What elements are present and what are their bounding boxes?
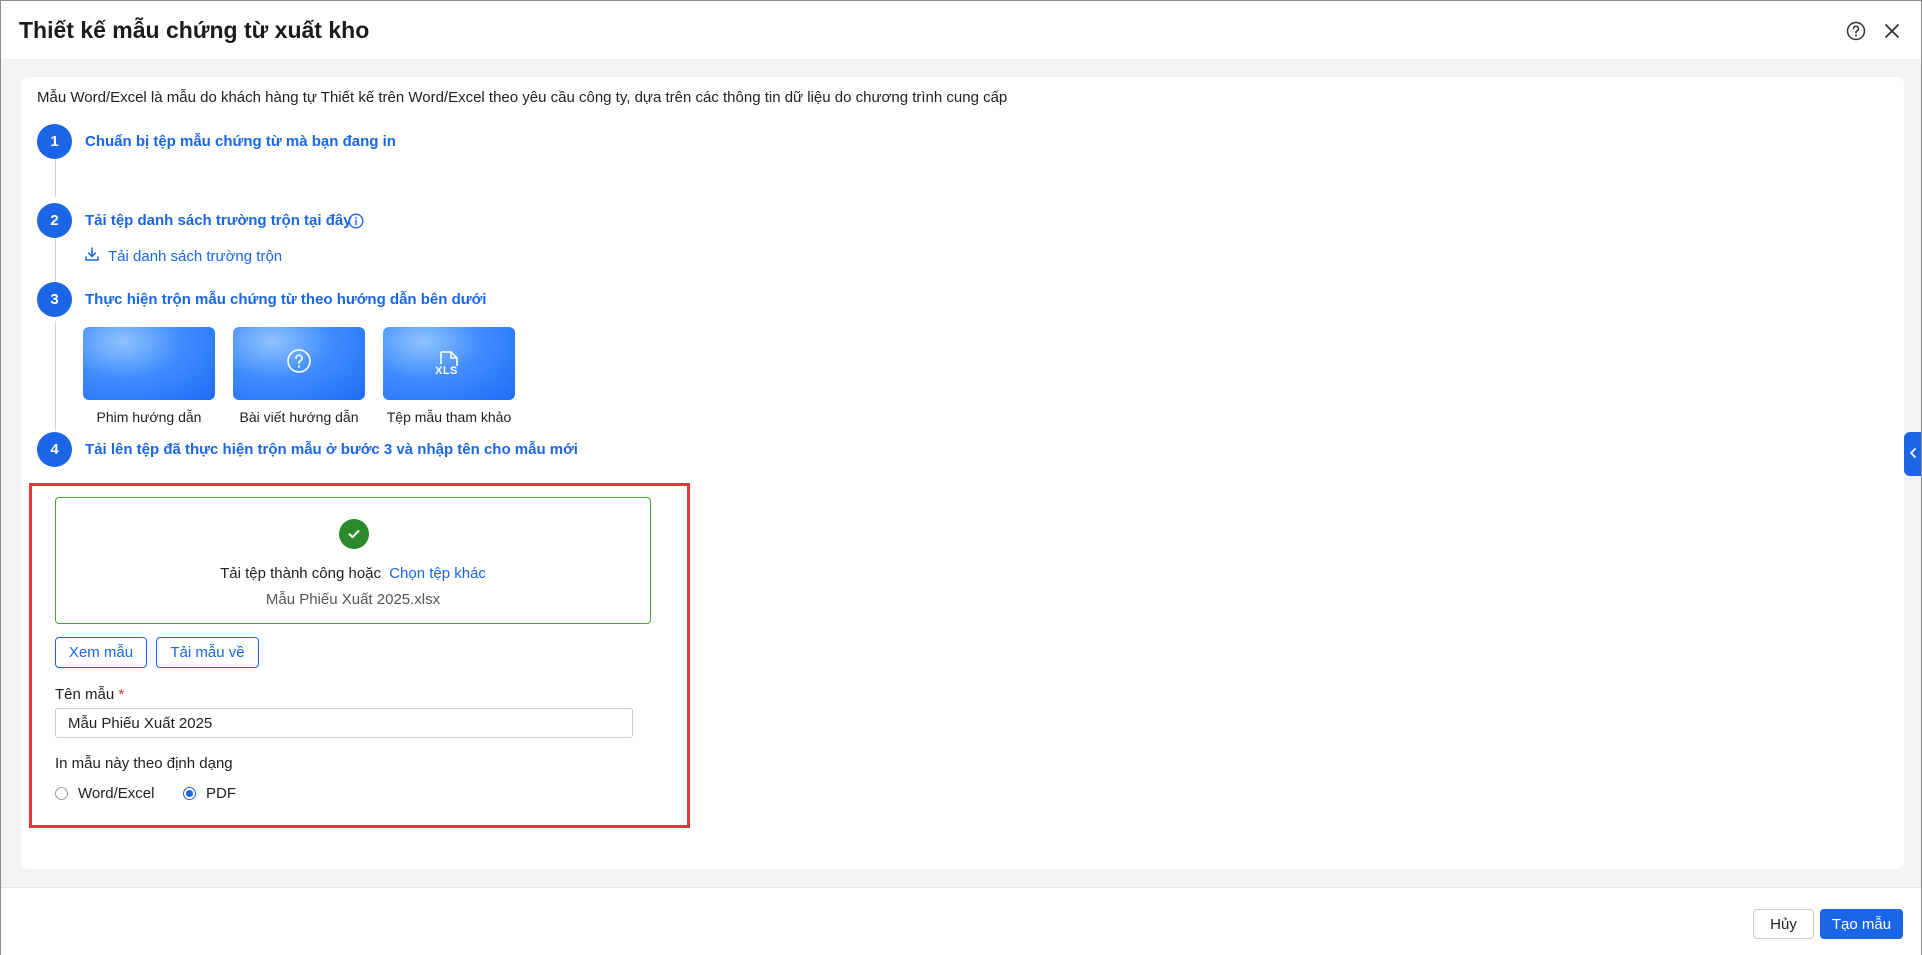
close-icon[interactable] xyxy=(1881,20,1903,42)
step-connector xyxy=(55,321,56,431)
step-2-title: Tải tệp danh sách trường trộn tại đây xyxy=(85,212,352,229)
preview-template-button[interactable]: Xem mẫu xyxy=(55,637,147,668)
download-template-button[interactable]: Tải mẫu về xyxy=(156,637,259,668)
step-connector xyxy=(55,159,56,197)
choose-other-file-link[interactable]: Chọn tệp khác xyxy=(389,565,486,582)
question-circle-icon xyxy=(286,348,312,379)
format-option-pdf[interactable]: PDF xyxy=(183,785,236,802)
print-format-label: In mẫu này theo định dạng xyxy=(55,755,233,772)
video-guide-card[interactable] xyxy=(83,327,215,400)
step-4-number: 4 xyxy=(37,432,72,467)
xls-icon-text: XLS xyxy=(435,364,458,377)
help-icon[interactable] xyxy=(1845,20,1867,42)
create-template-button[interactable]: Tạo mẫu xyxy=(1820,909,1903,939)
format-option-word-excel-label: Word/Excel xyxy=(78,785,155,802)
step-2-number: 2 xyxy=(37,203,72,238)
step-3-title: Thực hiện trộn mẫu chứng từ theo hướng d… xyxy=(85,291,487,308)
check-circle-icon xyxy=(339,519,369,549)
download-merge-fields-link[interactable]: Tải danh sách trường trộn xyxy=(84,246,282,266)
step-3-number: 3 xyxy=(37,282,72,317)
uploaded-file-name: Mẫu Phiếu Xuất 2025.xlsx xyxy=(265,591,441,608)
side-panel-toggle[interactable] xyxy=(1904,432,1921,476)
download-merge-fields-label: Tải danh sách trường trộn xyxy=(108,247,283,265)
dialog-footer: Hủy Tạo mẫu xyxy=(1,887,1921,955)
radio-word-excel[interactable] xyxy=(55,787,68,800)
sample-file-label: Tệp mẫu tham khảo xyxy=(386,409,512,425)
step-1-title: Chuẩn bị tệp mẫu chứng từ mà bạn đang in xyxy=(85,133,396,150)
chevron-left-icon xyxy=(1909,445,1917,463)
xls-file-icon: XLS xyxy=(435,350,461,378)
download-icon xyxy=(84,246,100,266)
dialog-header: Thiết kế mẫu chứng từ xuất kho xyxy=(1,1,1921,59)
format-option-word-excel[interactable]: Word/Excel xyxy=(55,785,154,802)
step-1-number: 1 xyxy=(37,124,72,159)
radio-pdf[interactable] xyxy=(183,787,196,800)
format-option-pdf-label: PDF xyxy=(206,785,236,802)
upload-status-text: Tải tệp thành công hoặc xyxy=(220,565,382,582)
template-name-input[interactable] xyxy=(55,708,633,738)
cancel-button[interactable]: Hủy xyxy=(1753,909,1814,939)
upload-status-line: Tải tệp thành công hoặc Chọn tệp khác xyxy=(56,565,650,582)
step-connector xyxy=(55,239,56,281)
upload-dropzone[interactable]: Tải tệp thành công hoặc Chọn tệp khác Mẫ… xyxy=(55,497,651,624)
article-guide-label: Bài viết hướng dẫn xyxy=(239,409,359,425)
video-guide-label: Phim hướng dẫn xyxy=(96,409,202,425)
description-text: Mẫu Word/Excel là mẫu do khách hàng tự T… xyxy=(37,89,1008,106)
dialog-title: Thiết kế mẫu chứng từ xuất kho xyxy=(19,16,370,43)
dialog-window: Thiết kế mẫu chứng từ xuất kho Mẫu Word/… xyxy=(0,0,1922,955)
required-mark: * xyxy=(118,686,125,703)
step-4-title: Tải lên tệp đã thực hiện trộn mẫu ở bước… xyxy=(85,441,578,458)
template-name-label-text: Tên mẫu xyxy=(55,686,115,703)
sample-file-card[interactable]: XLS xyxy=(383,327,515,400)
article-guide-card[interactable] xyxy=(233,327,365,400)
info-icon[interactable] xyxy=(348,213,364,229)
template-name-label: Tên mẫu * xyxy=(55,686,124,703)
